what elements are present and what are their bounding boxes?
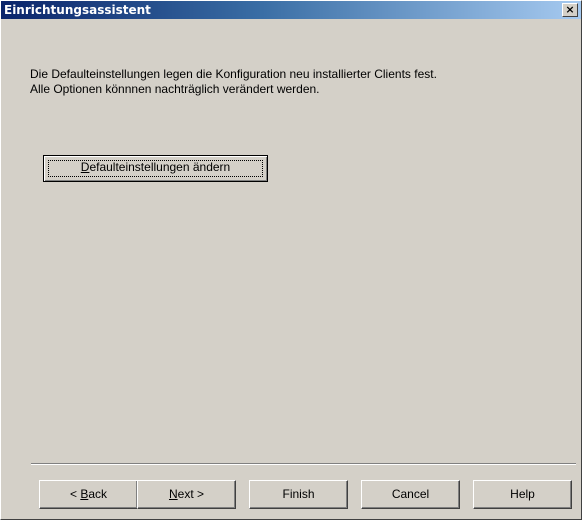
back-arrow: < (69, 487, 81, 501)
next-mnemonic: N (168, 487, 178, 501)
description-line-1: Die Defaulteinstellungen legen die Konfi… (30, 67, 437, 81)
finish-label: Finish (282, 487, 315, 501)
title-bar[interactable]: Einrichtungsassistent × (1, 1, 581, 19)
close-button[interactable]: × (562, 3, 578, 17)
change-defaults-label-rest: efaulteinstellungen ändern (89, 160, 231, 174)
back-button[interactable]: < Back (39, 480, 138, 509)
description-text: Die Defaulteinstellungen legen die Konfi… (30, 67, 437, 97)
wizard-window: Einrichtungsassistent × Die Defaulteinst… (0, 0, 582, 520)
help-label: Help (510, 487, 535, 501)
next-label-rest: ext (177, 487, 194, 501)
window-title: Einrichtungsassistent (4, 3, 151, 17)
help-button[interactable]: Help (473, 480, 572, 509)
change-defaults-label: Defaulteinstellungen ändern (81, 160, 230, 174)
cancel-label: Cancel (391, 487, 430, 501)
next-arrow: > (193, 487, 205, 501)
next-button[interactable]: Next > (137, 480, 236, 509)
cancel-button[interactable]: Cancel (361, 480, 460, 509)
footer-separator (31, 463, 576, 465)
close-icon: × (565, 3, 575, 16)
description-line-2: Alle Optionen könnnen nachträglich verän… (30, 82, 320, 96)
finish-button[interactable]: Finish (249, 480, 348, 509)
change-defaults-button[interactable]: Defaulteinstellungen ändern (43, 155, 268, 182)
back-label-rest: ack (88, 487, 108, 501)
